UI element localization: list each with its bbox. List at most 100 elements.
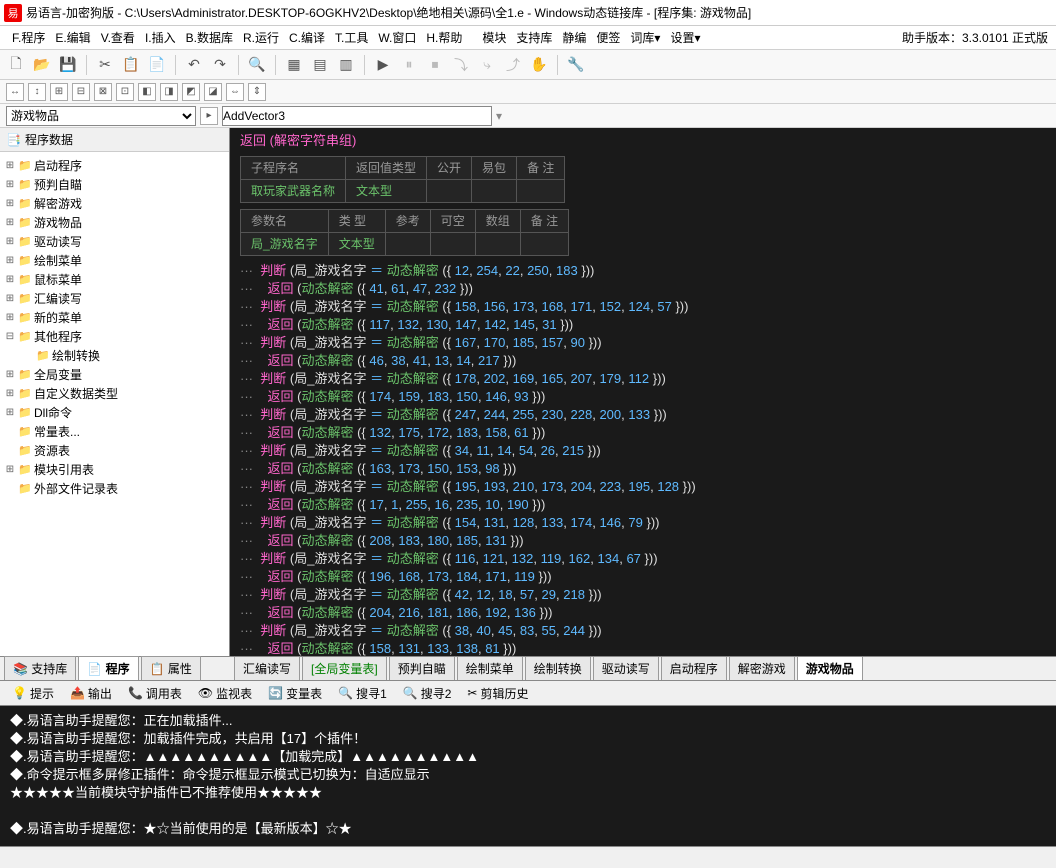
code-line[interactable]: ··· 判断 (局_游戏名字 ＝ 动态解密 ({ 34, 11, 14, 54,… — [240, 442, 1046, 460]
sbtn-9[interactable]: ◩ — [182, 83, 200, 101]
step-over-icon[interactable]: ⤵ — [451, 55, 471, 75]
expand-icon[interactable]: ⊞ — [4, 407, 16, 418]
tree-item[interactable]: ⊟📁其他程序 — [4, 327, 225, 346]
editor-tab[interactable]: 绘制菜单 — [457, 656, 523, 680]
code-line[interactable]: ··· 返回 (动态解密 ({ 17, 1, 255, 16, 235, 10,… — [240, 496, 1046, 514]
menu-module[interactable]: 模块 — [478, 27, 510, 48]
sbtn-2[interactable]: ↕ — [28, 83, 46, 101]
layout3-icon[interactable]: ▥ — [336, 55, 356, 75]
otab-cliphistory[interactable]: ✂剪辑历史 — [461, 682, 534, 705]
code-line[interactable]: ··· 返回 (动态解密 ({ 132, 175, 172, 183, 158,… — [240, 424, 1046, 442]
editor-tab[interactable]: 启动程序 — [661, 656, 727, 680]
save-icon[interactable]: 💾 — [58, 55, 78, 75]
run-icon[interactable]: ▶ — [373, 55, 393, 75]
tab-support-lib[interactable]: 📚 支持库 — [4, 656, 76, 680]
code-line[interactable]: ··· 返回 (动态解密 ({ 46, 38, 41, 13, 14, 217 … — [240, 352, 1046, 370]
menu-database[interactable]: B.数据库 — [182, 27, 237, 48]
tree-item[interactable]: ⊞📁解密游戏 — [4, 194, 225, 213]
otab-output[interactable]: 📤输出 — [64, 682, 118, 705]
sbtn-12[interactable]: ⇕ — [248, 83, 266, 101]
otab-tips[interactable]: 💡提示 — [6, 682, 60, 705]
expand-icon[interactable]: ⊞ — [4, 388, 16, 399]
tree-item[interactable]: ⊞📁驱动读写 — [4, 232, 225, 251]
tab-properties[interactable]: 📋 属性 — [141, 656, 201, 680]
code-line[interactable]: ··· 返回 (动态解密 ({ 174, 159, 183, 150, 146,… — [240, 388, 1046, 406]
tool-icon[interactable]: 🔧 — [566, 55, 586, 75]
find-icon[interactable]: 🔍 — [247, 55, 267, 75]
tree-item[interactable]: 📁常量表... — [4, 422, 225, 441]
code-editor[interactable]: 返回 (解密字符串组) 子程序名返回值类型公开易包备 注 取玩家武器名称文本型 … — [230, 128, 1056, 656]
function-selector[interactable] — [222, 106, 492, 126]
code-line[interactable]: ··· 判断 (局_游戏名字 ＝ 动态解密 ({ 167, 170, 185, … — [240, 334, 1046, 352]
selector-btn[interactable]: ▸ — [200, 107, 218, 125]
expand-icon[interactable]: ⊞ — [4, 312, 16, 323]
program-tree[interactable]: ⊞📁启动程序⊞📁预判自瞄⊞📁解密游戏⊞📁游戏物品⊞📁驱动读写⊞📁绘制菜单⊞📁鼠标… — [0, 152, 229, 502]
code-line[interactable]: ··· 判断 (局_游戏名字 ＝ 动态解密 ({ 154, 131, 128, … — [240, 514, 1046, 532]
otab-search1[interactable]: 🔍搜寻1 — [332, 682, 393, 705]
menu-dict[interactable]: 词库▾ — [626, 27, 664, 48]
module-selector[interactable]: 游戏物品 — [6, 106, 196, 126]
code-line[interactable]: ··· 判断 (局_游戏名字 ＝ 动态解密 ({ 195, 193, 210, … — [240, 478, 1046, 496]
cut-icon[interactable]: ✂ — [95, 55, 115, 75]
menu-tools[interactable]: T.工具 — [331, 27, 372, 48]
expand-icon[interactable]: ⊞ — [4, 255, 16, 266]
expand-icon[interactable]: ⊞ — [4, 217, 16, 228]
editor-tab[interactable]: 预判自瞄 — [389, 656, 455, 680]
menu-settings[interactable]: 设置▾ — [666, 27, 704, 48]
code-line[interactable]: ··· 返回 (动态解密 ({ 163, 173, 150, 153, 98 }… — [240, 460, 1046, 478]
expand-icon[interactable]: ⊞ — [4, 236, 16, 247]
tree-item[interactable]: ⊞📁Dll命令 — [4, 403, 225, 422]
code-line[interactable]: ··· 判断 (局_游戏名字 ＝ 动态解密 ({ 42, 12, 18, 57,… — [240, 586, 1046, 604]
code-line[interactable]: ··· 返回 (动态解密 ({ 208, 183, 180, 185, 131 … — [240, 532, 1046, 550]
sbtn-11[interactable]: ⇔ — [226, 83, 244, 101]
sbtn-3[interactable]: ⊞ — [50, 83, 68, 101]
tree-item[interactable]: ⊞📁模块引用表 — [4, 460, 225, 479]
expand-icon[interactable]: ⊞ — [4, 160, 16, 171]
code-line[interactable]: ··· 返回 (动态解密 ({ 196, 168, 173, 184, 171,… — [240, 568, 1046, 586]
new-file-icon[interactable]: 🗋 — [6, 55, 26, 75]
sbtn-6[interactable]: ⊡ — [116, 83, 134, 101]
stop-icon[interactable]: ⏹ — [425, 55, 445, 75]
code-line[interactable]: ··· 判断 (局_游戏名字 ＝ 动态解密 ({ 178, 202, 169, … — [240, 370, 1046, 388]
editor-tab[interactable]: 游戏物品 — [797, 656, 863, 680]
code-line[interactable]: ··· 判断 (局_游戏名字 ＝ 动态解密 ({ 12, 254, 22, 25… — [240, 262, 1046, 280]
code-line[interactable]: ··· 判断 (局_游戏名字 ＝ 动态解密 ({ 158, 156, 173, … — [240, 298, 1046, 316]
otab-watch[interactable]: 👁监视表 — [192, 682, 258, 705]
expand-icon[interactable]: ⊞ — [4, 198, 16, 209]
sbtn-5[interactable]: ⊠ — [94, 83, 112, 101]
expand-icon[interactable]: ⊞ — [4, 369, 16, 380]
step-into-icon[interactable]: ⤷ — [477, 55, 497, 75]
layout1-icon[interactable]: ▦ — [284, 55, 304, 75]
menu-window[interactable]: W.窗口 — [374, 27, 420, 48]
otab-vars[interactable]: 🔄变量表 — [262, 682, 328, 705]
editor-tab[interactable]: [全局变量表] — [302, 656, 387, 680]
otab-calltable[interactable]: 📞调用表 — [122, 682, 188, 705]
tree-item[interactable]: 📁资源表 — [4, 441, 225, 460]
menu-note[interactable]: 便签 — [592, 27, 624, 48]
tab-program[interactable]: 📄 程序 — [78, 656, 138, 680]
output-panel[interactable]: ◆.易语言助手提醒您：正在加载插件...◆.易语言助手提醒您：加载插件完成，共启… — [0, 706, 1056, 846]
tree-item[interactable]: ⊞📁全局变量 — [4, 365, 225, 384]
tree-item[interactable]: 📁外部文件记录表 — [4, 479, 225, 498]
menu-edit[interactable]: E.编辑 — [51, 27, 94, 48]
pause-icon[interactable]: ⏸ — [399, 55, 419, 75]
breakpoint-icon[interactable]: ✋ — [529, 55, 549, 75]
menu-support[interactable]: 支持库 — [512, 27, 556, 48]
editor-tab[interactable]: 驱动读写 — [593, 656, 659, 680]
sbtn-4[interactable]: ⊟ — [72, 83, 90, 101]
copy-icon[interactable]: 📋 — [121, 55, 141, 75]
editor-tab[interactable]: 汇编读写 — [234, 656, 300, 680]
tree-item[interactable]: ⊞📁游戏物品 — [4, 213, 225, 232]
code-line[interactable]: ··· 返回 (动态解密 ({ 204, 216, 181, 186, 192,… — [240, 604, 1046, 622]
code-line[interactable]: ··· 判断 (局_游戏名字 ＝ 动态解密 ({ 116, 121, 132, … — [240, 550, 1046, 568]
expand-icon[interactable]: ⊞ — [4, 274, 16, 285]
otab-search2[interactable]: 🔍搜寻2 — [397, 682, 458, 705]
expand-icon[interactable]: ⊞ — [4, 293, 16, 304]
code-lines[interactable]: ··· 判断 (局_游戏名字 ＝ 动态解密 ({ 12, 254, 22, 25… — [240, 262, 1046, 656]
tree-item[interactable]: ⊞📁启动程序 — [4, 156, 225, 175]
code-line[interactable]: ··· 判断 (局_游戏名字 ＝ 动态解密 ({ 247, 244, 255, … — [240, 406, 1046, 424]
editor-tab[interactable]: 绘制转换 — [525, 656, 591, 680]
menu-insert[interactable]: I.插入 — [141, 27, 180, 48]
menu-static[interactable]: 静编 — [558, 27, 590, 48]
sbtn-7[interactable]: ◧ — [138, 83, 156, 101]
